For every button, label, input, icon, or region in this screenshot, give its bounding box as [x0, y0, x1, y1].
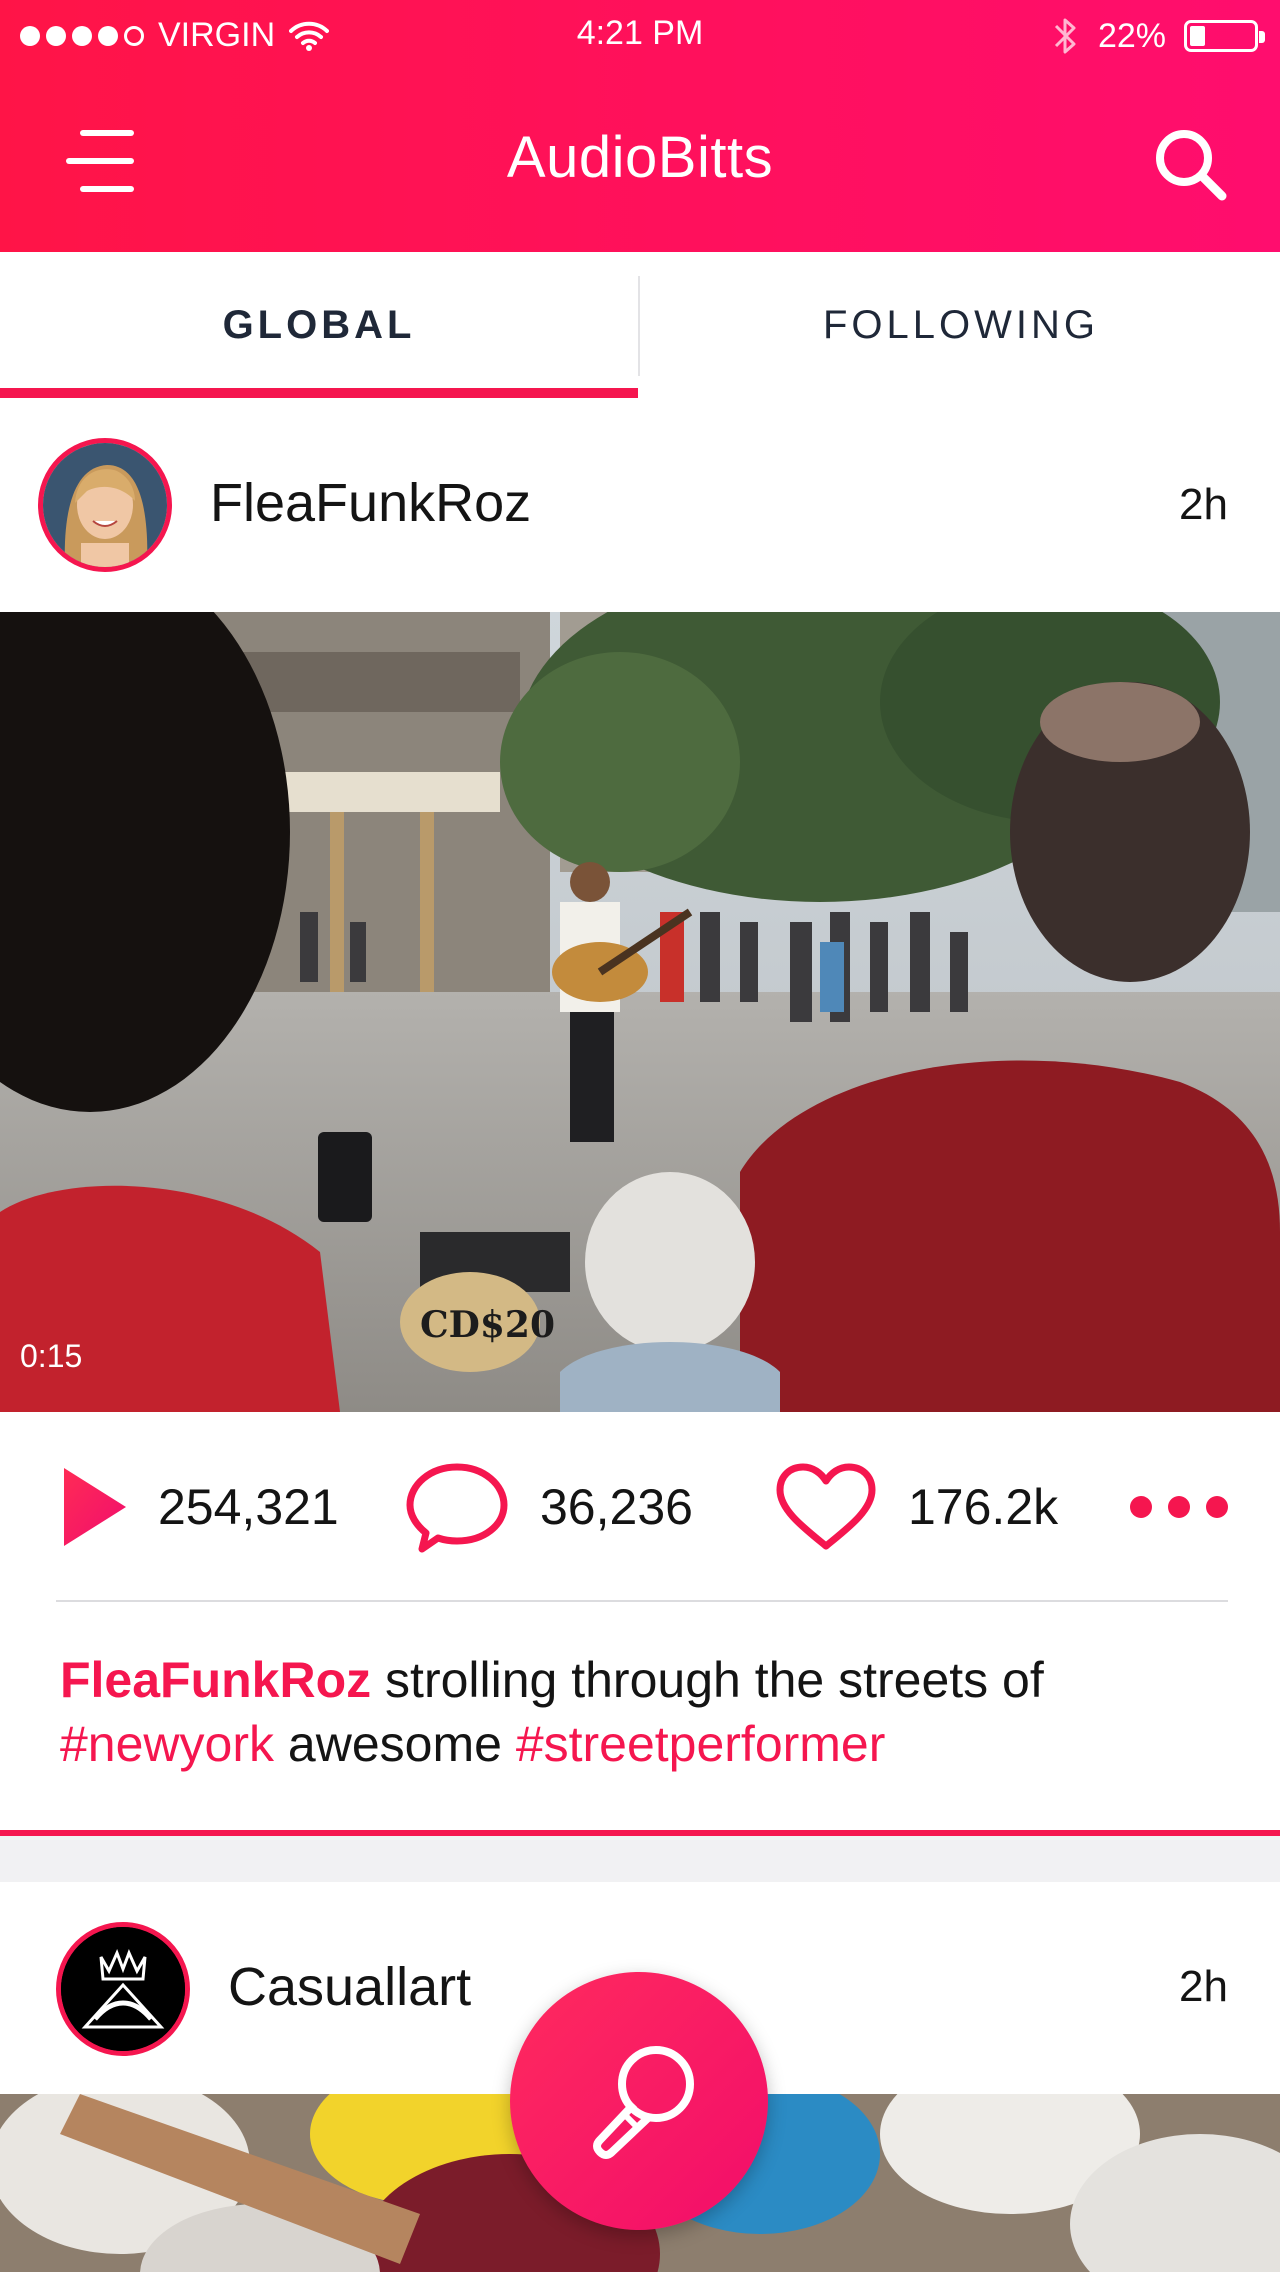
heart-icon: [776, 1463, 876, 1550]
comment-icon: [406, 1463, 508, 1553]
battery-percent: 22%: [1097, 16, 1166, 55]
user-photo: [43, 443, 167, 567]
comment-count: 36,236: [540, 1479, 693, 1535]
play-icon: [64, 1468, 126, 1546]
tab-following[interactable]: FOLLOWING: [642, 252, 1280, 398]
card-accent-line: [0, 1830, 1280, 1836]
caption-text-1: strolling through the streets of: [385, 1652, 1044, 1708]
status-bar: VIRGIN 4:21 PM 22%: [0, 0, 1280, 72]
play-count-button[interactable]: 254,321: [60, 1412, 339, 1602]
more-icon: [1130, 1496, 1152, 1518]
post-card: FleaFunkRoz 2h CD$20 0:15 254,321 36,236…: [0, 400, 1280, 1836]
video-thumbnail: CD$20: [0, 612, 1280, 1412]
post-caption: FleaFunkRoz strolling through the street…: [60, 1648, 1220, 1776]
microphone-icon: [593, 2046, 694, 2159]
tab-global[interactable]: GLOBAL: [0, 252, 638, 398]
app-title: AudioBitts: [506, 125, 774, 190]
band-logo-image: [61, 1927, 185, 2051]
bluetooth-icon: [1054, 18, 1076, 54]
play-count: 254,321: [158, 1479, 339, 1535]
caption-text-2: awesome: [287, 1716, 502, 1772]
post-username[interactable]: Casuallart: [228, 1956, 471, 2018]
tab-divider: [638, 276, 640, 376]
hashtag-streetperformer[interactable]: #streetperformer: [516, 1716, 886, 1772]
post-video[interactable]: CD$20 0:15: [0, 612, 1280, 1412]
feed-tabs: GLOBAL FOLLOWING: [0, 252, 1280, 402]
like-count: 176.2k: [908, 1479, 1059, 1535]
post-age: 2h: [1179, 480, 1228, 529]
app-header: VIRGIN 4:21 PM 22% AudioBitts: [0, 0, 1280, 252]
active-tab-indicator: [0, 388, 638, 398]
record-button[interactable]: [510, 1972, 768, 2230]
search-button[interactable]: [1152, 126, 1228, 202]
caption-divider: [56, 1600, 1228, 1602]
video-duration: 0:15: [20, 1338, 83, 1374]
svg-text:CD$20: CD$20: [420, 1304, 555, 1346]
battery-icon: [1184, 20, 1265, 52]
post-header: FleaFunkRoz 2h: [0, 400, 1280, 612]
comment-button[interactable]: 36,236: [404, 1412, 693, 1602]
hashtag-newyork[interactable]: #newyork: [60, 1716, 274, 1772]
status-right: 22%: [1052, 14, 1265, 58]
post-username[interactable]: FleaFunkRoz: [210, 472, 531, 534]
like-button[interactable]: 176.2k: [774, 1412, 1058, 1602]
search-icon: [1156, 130, 1227, 201]
post-actions: 254,321 36,236 176.2k: [0, 1412, 1280, 1602]
avatar[interactable]: [38, 438, 172, 572]
app-screen: VIRGIN 4:21 PM 22% AudioBitts GLOBAL FOL…: [0, 0, 1280, 2272]
caption-username[interactable]: FleaFunkRoz: [60, 1652, 371, 1708]
avatar[interactable]: [56, 1922, 190, 2056]
more-options-button[interactable]: [1130, 1496, 1228, 1518]
post-age: 2h: [1179, 1962, 1228, 2011]
